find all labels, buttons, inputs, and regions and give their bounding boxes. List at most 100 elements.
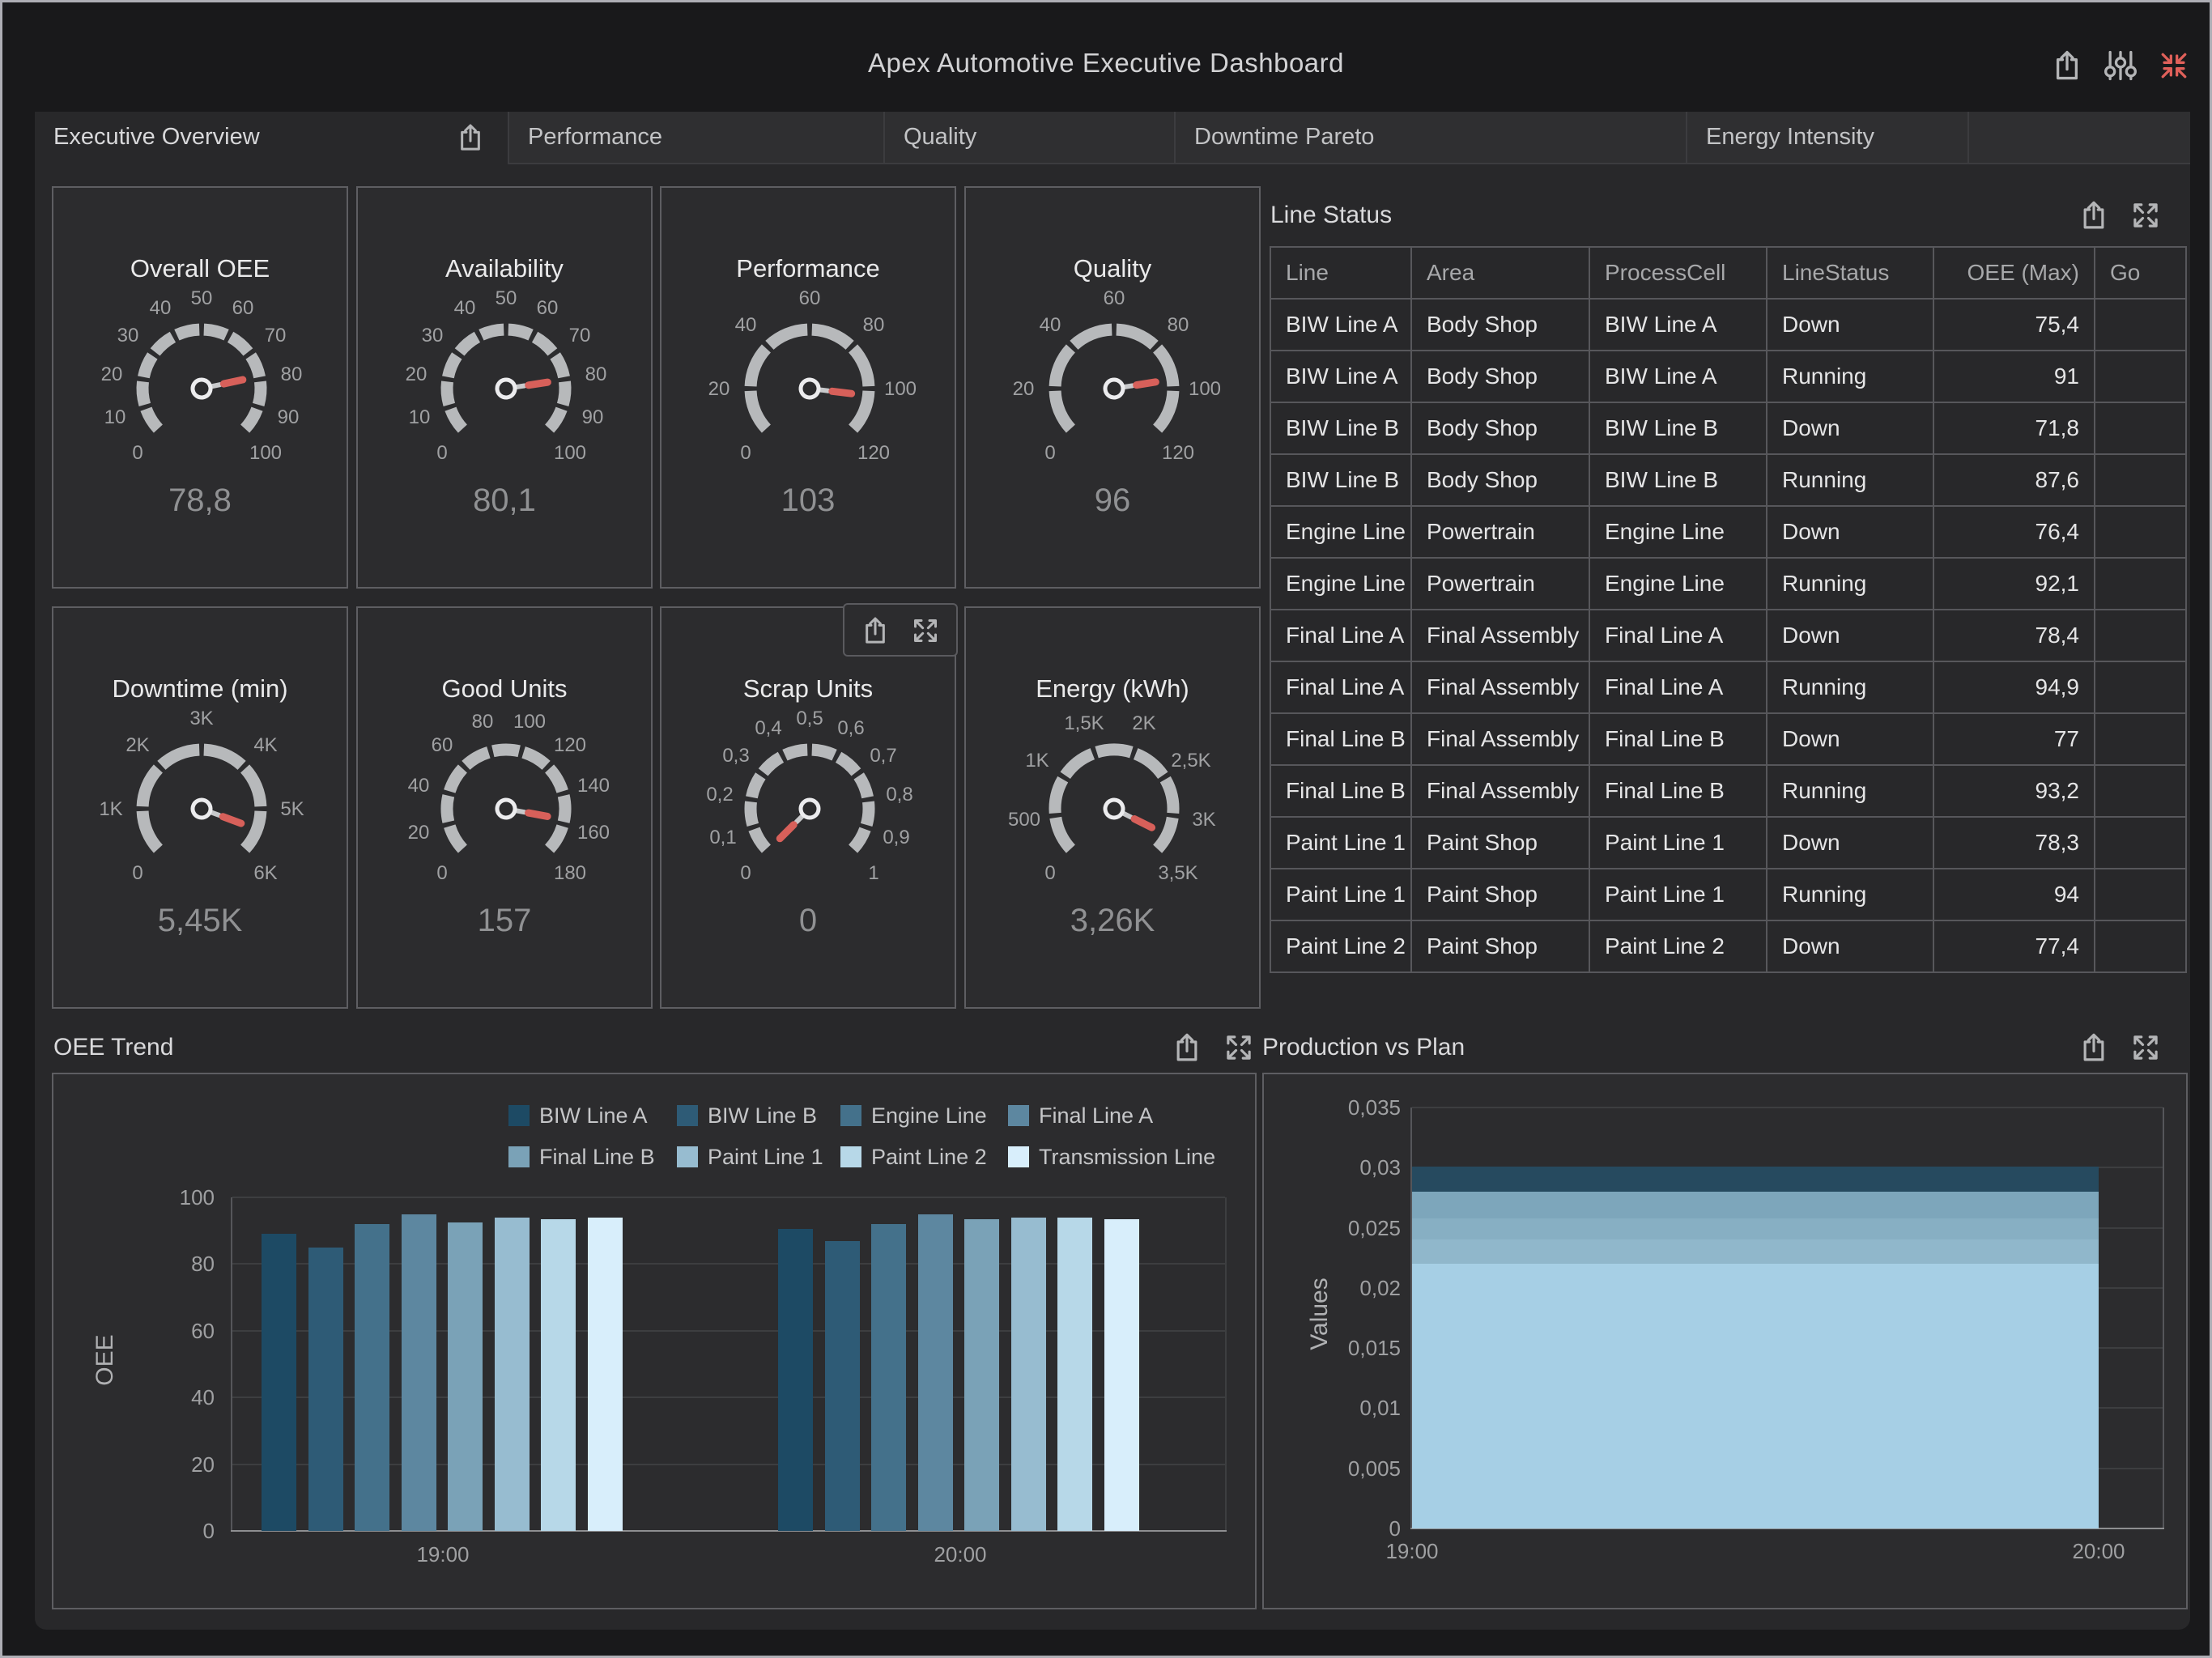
bar-biw-line-a[interactable] [262,1234,296,1531]
column-header-line[interactable]: Line [1270,247,1411,299]
table-cell: BIW Line A [1270,351,1411,402]
table-row[interactable]: Final Line AFinal AssemblyFinal Line ADo… [1270,610,2186,661]
bar-final-line-a[interactable] [918,1214,953,1531]
bar-final-line-b[interactable] [448,1222,483,1531]
tab-downtime-pareto[interactable]: Downtime Pareto [1174,112,1686,164]
tab-quality[interactable]: Quality [883,112,1174,164]
column-header-processcell[interactable]: ProcessCell [1589,247,1767,299]
legend-item-paint-line-1[interactable]: Paint Line 1 [708,1146,823,1167]
line-status-share-icon[interactable] [2077,198,2111,232]
table-cell [2095,817,2186,869]
filter-sliders-icon[interactable] [2103,48,2138,83]
y-tick-label: 0 [1320,1516,1401,1541]
table-cell: 87,6 [1933,454,2095,506]
active-tab-share-icon[interactable] [454,121,487,154]
stacked-area-band[interactable] [1412,1167,2099,1192]
table-row[interactable]: BIW Line BBody ShopBIW Line BRunning87,6 [1270,454,2186,506]
table-row[interactable]: BIW Line BBody ShopBIW Line BDown71,8 [1270,402,2186,454]
tab-energy-intensity[interactable]: Energy Intensity [1686,112,1967,164]
bar-biw-line-b[interactable] [308,1248,343,1531]
tab-executive-overview[interactable]: Executive Overview [35,112,508,164]
bar-engine-line[interactable] [355,1224,389,1531]
legend-swatch [508,1105,530,1126]
legend-item-transmission-line[interactable]: Transmission Line [1039,1146,1215,1167]
table-cell: Final Line A [1270,610,1411,661]
bar-final-line-b[interactable] [964,1219,999,1531]
bar-paint-line-2[interactable] [541,1219,576,1531]
gauge-value: 0 [661,903,955,939]
svg-text:40: 40 [150,297,172,319]
bar-paint-line-1[interactable] [1011,1218,1046,1531]
table-cell: Running [1767,454,1933,506]
bar-final-line-a[interactable] [402,1214,436,1531]
bar-paint-line-2[interactable] [1057,1218,1092,1531]
legend-item-final-line-b[interactable]: Final Line B [539,1146,655,1167]
svg-text:100: 100 [249,442,282,464]
svg-text:40: 40 [735,314,757,336]
table-cell: Powertrain [1411,506,1589,558]
bar-engine-line[interactable] [871,1224,906,1531]
legend-swatch [840,1105,861,1126]
table-cell: BIW Line B [1589,402,1767,454]
table-row[interactable]: Final Line BFinal AssemblyFinal Line BDo… [1270,713,2186,765]
table-cell: Engine Line [1270,506,1411,558]
legend-item-biw-line-b[interactable]: BIW Line B [708,1105,817,1126]
svg-text:30: 30 [117,325,139,346]
y-axis-title: OEE [91,1303,119,1417]
legend-item-engine-line[interactable]: Engine Line [871,1105,987,1126]
table-cell [2095,558,2186,610]
export-icon[interactable] [2049,48,2085,83]
table-cell: 93,2 [1933,765,2095,817]
stacked-area-band[interactable] [1412,1239,2099,1264]
bar-biw-line-b[interactable] [825,1241,860,1531]
legend-item-paint-line-2[interactable]: Paint Line 2 [871,1146,987,1167]
svg-text:160: 160 [577,822,610,844]
bar-transmission-line[interactable] [1104,1219,1139,1531]
svg-text:120: 120 [554,734,586,756]
oee-trend-expand-icon[interactable] [1222,1031,1256,1065]
column-header-linestatus[interactable]: LineStatus [1767,247,1933,299]
svg-text:80: 80 [1168,314,1189,336]
stacked-area-band[interactable] [1412,1218,2099,1240]
table-row[interactable]: Final Line BFinal AssemblyFinal Line BRu… [1270,765,2186,817]
table-row[interactable]: BIW Line ABody ShopBIW Line ADown75,4 [1270,299,2186,351]
table-row[interactable]: Engine LinePowertrainEngine LineRunning9… [1270,558,2186,610]
gauge-expand-icon[interactable] [909,614,942,647]
oee-trend-share-icon[interactable] [1170,1031,1204,1065]
bar-paint-line-1[interactable] [495,1218,530,1531]
table-row[interactable]: Paint Line 1Paint ShopPaint Line 1Runnin… [1270,869,2186,920]
table-cell: Down [1767,610,1933,661]
line-status-expand-icon[interactable] [2129,198,2163,232]
collapse-window-icon[interactable] [2156,48,2192,83]
table-cell [2095,661,2186,713]
table-row[interactable]: BIW Line ABody ShopBIW Line ARunning91 [1270,351,2186,402]
y-tick-label: 40 [134,1385,215,1410]
svg-text:40: 40 [408,775,430,797]
production-expand-icon[interactable] [2129,1031,2163,1065]
column-header-area[interactable]: Area [1411,247,1589,299]
svg-text:3,5K: 3,5K [1158,862,1197,884]
tab-performance[interactable]: Performance [508,112,883,164]
gauge-share-icon[interactable] [859,614,891,647]
legend-item-final-line-a[interactable]: Final Line A [1039,1105,1153,1126]
svg-text:3K: 3K [1192,809,1215,831]
x-tick-label: 20:00 [2034,1539,2163,1564]
legend-item-biw-line-a[interactable]: BIW Line A [539,1105,648,1126]
bar-transmission-line[interactable] [588,1218,623,1531]
stacked-area-band[interactable] [1412,1264,2099,1528]
table-row[interactable]: Paint Line 2Paint ShopPaint Line 2Down77… [1270,920,2186,972]
table-row[interactable]: Final Line AFinal AssemblyFinal Line ARu… [1270,661,2186,713]
table-cell: Powertrain [1411,558,1589,610]
column-header-oee-max-[interactable]: OEE (Max) [1933,247,2095,299]
production-share-icon[interactable] [2077,1031,2111,1065]
bar-biw-line-a[interactable] [778,1229,813,1531]
table-row[interactable]: Engine LinePowertrainEngine LineDown76,4 [1270,506,2186,558]
gauge-card-availability: Availability010203040506070809010080,1 [356,186,653,589]
svg-text:60: 60 [232,297,254,319]
column-header-go[interactable]: Go [2095,247,2186,299]
table-cell [2095,920,2186,972]
table-cell: Final Assembly [1411,713,1589,765]
gauge-value: 3,26K [966,903,1259,939]
stacked-area-band[interactable] [1412,1192,2099,1218]
table-row[interactable]: Paint Line 1Paint ShopPaint Line 1Down78… [1270,817,2186,869]
